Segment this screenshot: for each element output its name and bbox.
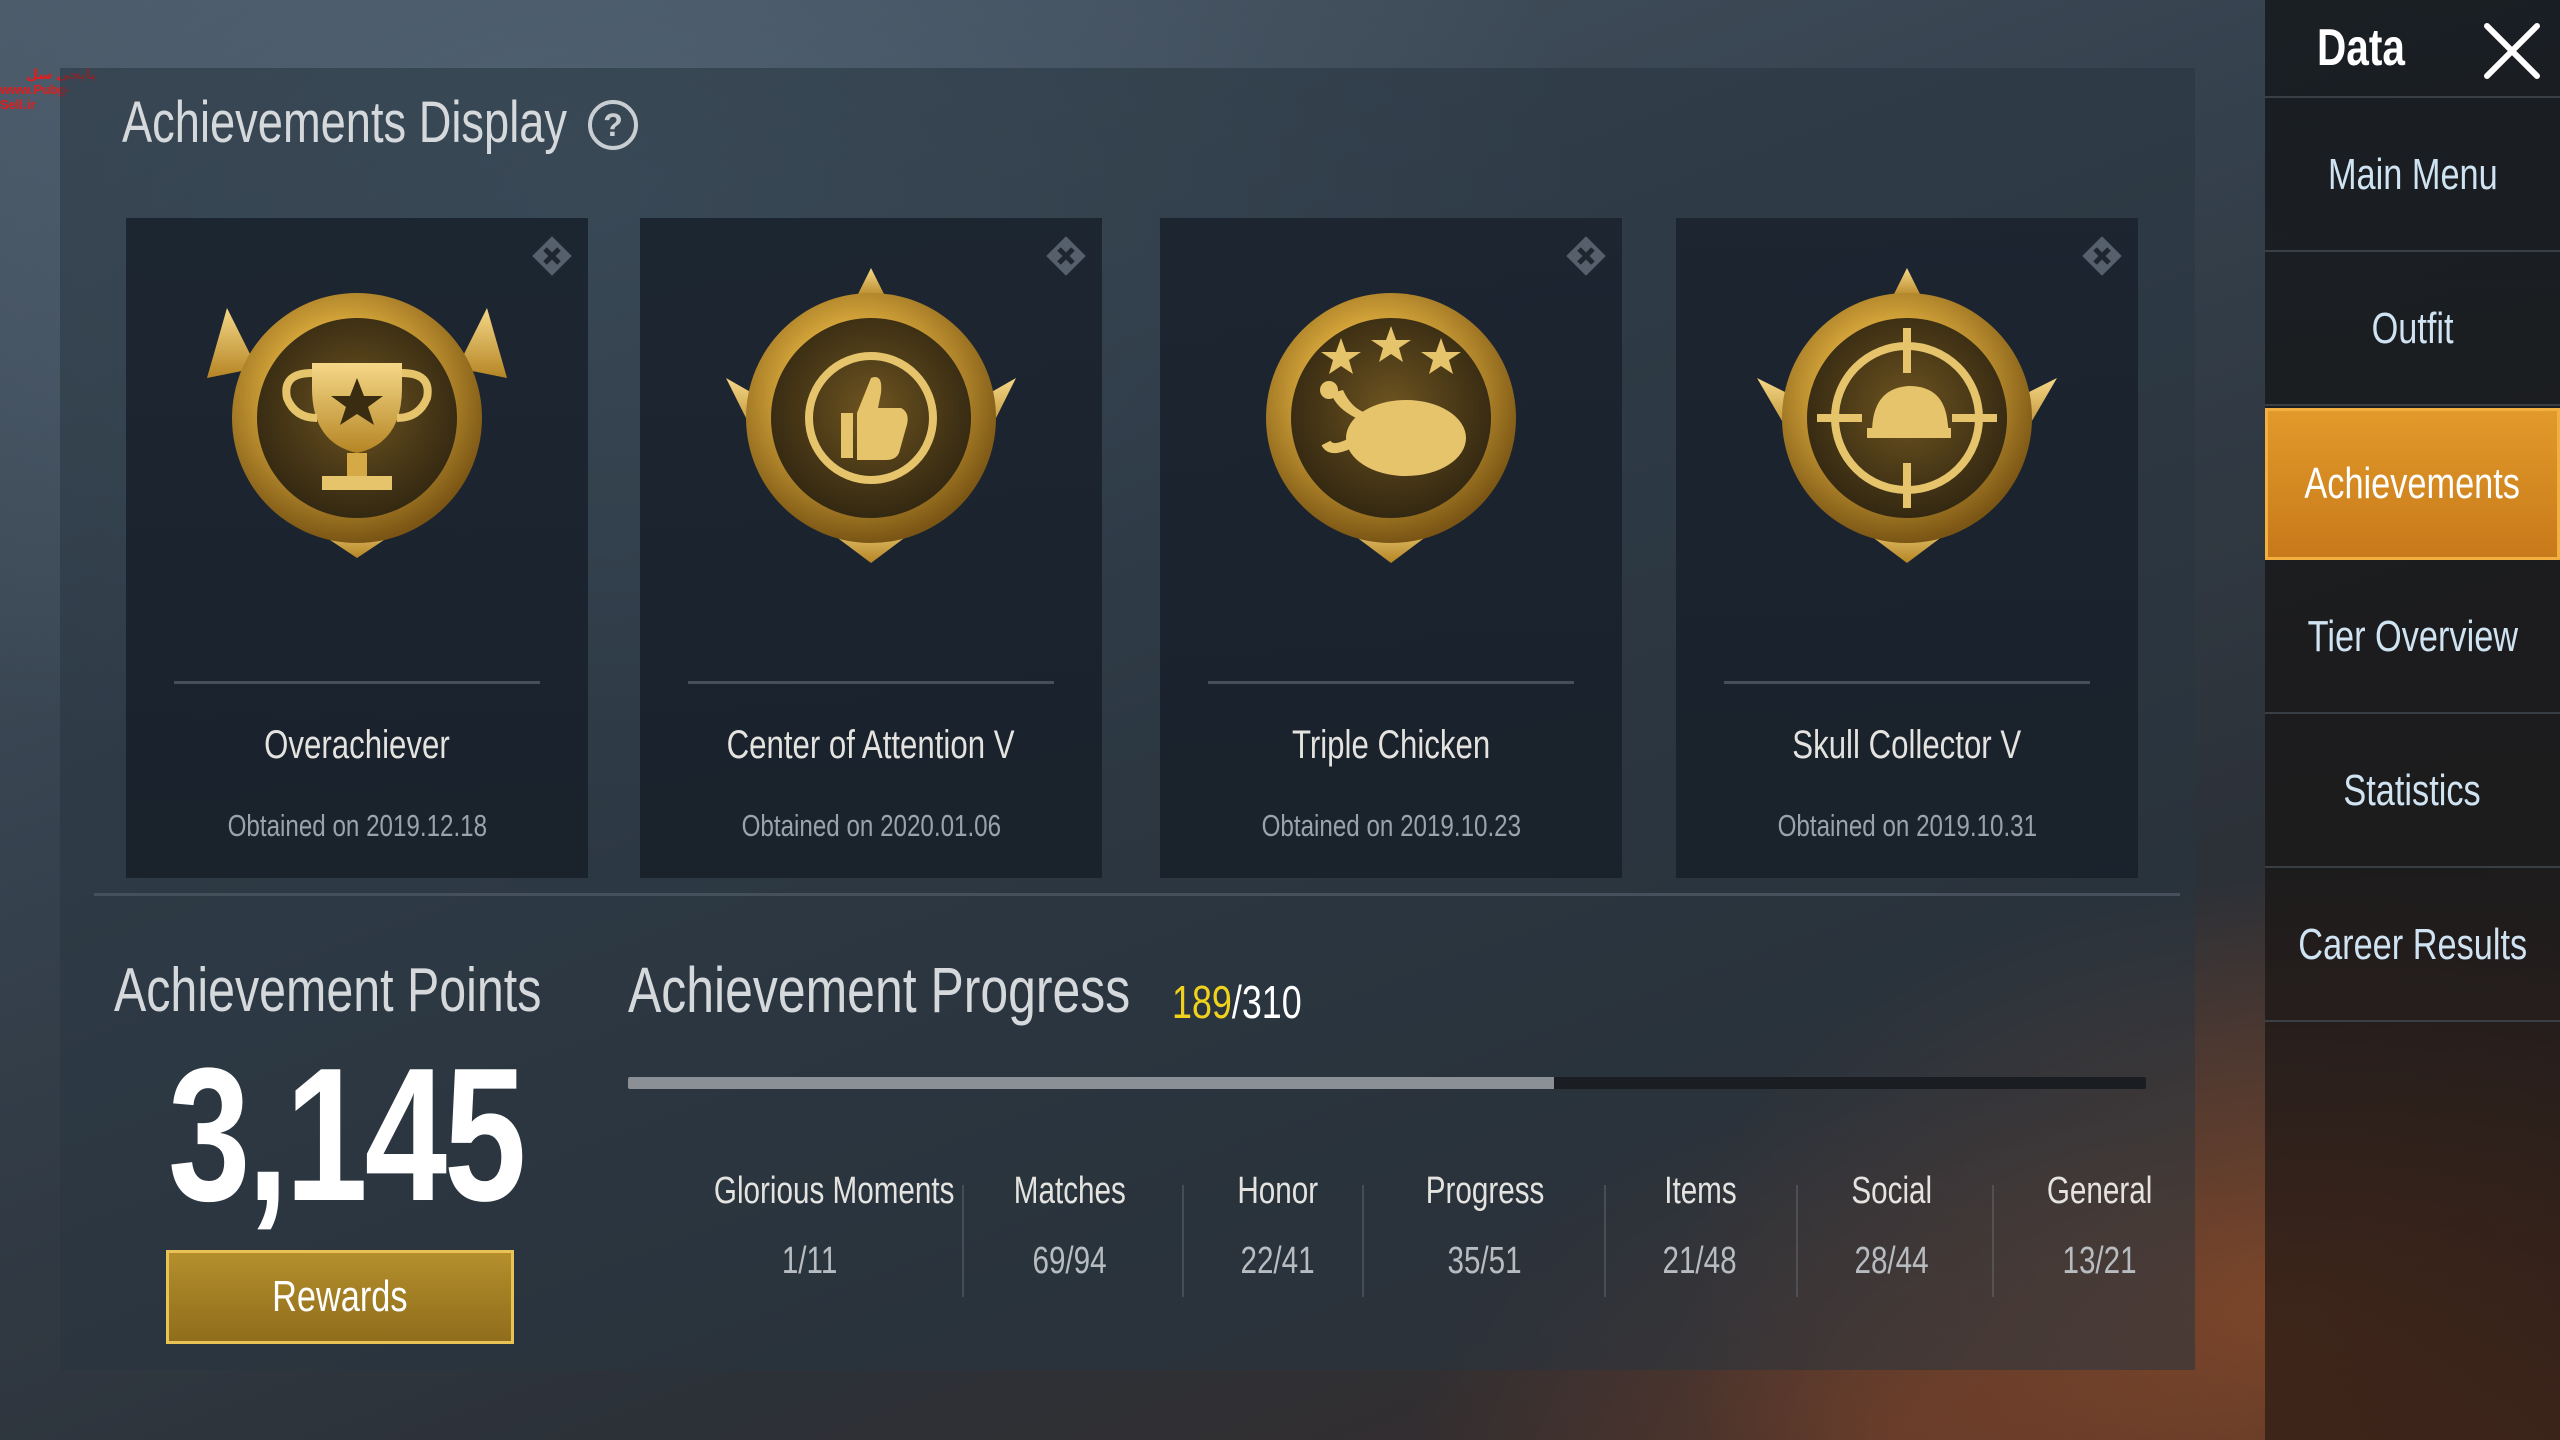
achievement-date: Obtained on 2019.12.18: [227, 808, 487, 843]
remove-icon[interactable]: [1560, 230, 1612, 282]
achievement-date: Obtained on 2019.10.31: [1777, 808, 2037, 843]
category-separator: [1796, 1185, 1798, 1297]
card-divider: [688, 681, 1054, 684]
card-divider: [1208, 681, 1574, 684]
achievement-progress-fill: [628, 1077, 1554, 1089]
achievement-date: Obtained on 2019.10.23: [1261, 808, 1521, 843]
achievement-card[interactable]: Triple Chicken Obtained on 2019.10.23: [1160, 218, 1622, 878]
category-value: 69/94: [1032, 1240, 1108, 1282]
achievement-card[interactable]: Skull Collector V Obtained on 2019.10.31: [1676, 218, 2138, 878]
question-circle-icon[interactable]: ?: [588, 100, 638, 150]
achievement-card[interactable]: Overachiever Obtained on 2019.12.18: [126, 218, 588, 878]
achievement-name: Triple Chicken: [1291, 723, 1491, 767]
sidebar-item-main-menu[interactable]: Main Menu: [2265, 100, 2560, 252]
sidebar-title: Data: [2317, 19, 2405, 77]
crosshair-icon: [1757, 268, 2057, 563]
achievement-name: Skull Collector V: [1792, 723, 2022, 767]
achievement-progress-count: 189/310: [1172, 975, 1338, 1029]
chicken-icon: [1266, 293, 1516, 563]
achievement-name: Center of Attention V: [727, 723, 1015, 767]
category-value: 28/44: [1854, 1240, 1930, 1282]
data-sidebar: Data Main Menu Outfit Achievements Tier …: [2265, 0, 2560, 1440]
category-separator: [1604, 1185, 1606, 1297]
achievement-card[interactable]: Center of Attention V Obtained on 2020.0…: [640, 218, 1102, 878]
category-honor[interactable]: Honor 22/41: [1198, 1170, 1358, 1283]
category-glorious-moments[interactable]: Glorious Moments 1/11: [680, 1170, 954, 1283]
category-matches[interactable]: Matches 69/94: [980, 1170, 1160, 1283]
trophy-icon: [207, 293, 507, 558]
category-general[interactable]: General 13/21: [2010, 1170, 2190, 1283]
category-value: 35/51: [1447, 1240, 1523, 1282]
sidebar-item-achievements[interactable]: Achievements: [2265, 408, 2560, 560]
achievement-name: Overachiever: [264, 723, 450, 767]
remove-icon[interactable]: [1040, 230, 1092, 282]
category-label: Honor: [1237, 1170, 1319, 1212]
sidebar-item-outfit[interactable]: Outfit: [2265, 254, 2560, 406]
category-progress[interactable]: Progress 35/51: [1385, 1170, 1585, 1283]
category-separator: [962, 1185, 964, 1297]
category-label: Social: [1851, 1170, 1933, 1212]
category-label: General: [2047, 1170, 2153, 1212]
category-separator: [1182, 1185, 1184, 1297]
category-label: Progress: [1425, 1170, 1545, 1212]
category-label: Items: [1663, 1170, 1737, 1212]
progress-current: 189: [1172, 976, 1232, 1028]
section-divider: [94, 893, 2180, 896]
category-items[interactable]: Items 21/48: [1620, 1170, 1780, 1283]
card-divider: [174, 681, 540, 684]
achievement-points-value: 3,145: [168, 1029, 526, 1241]
category-separator: [1992, 1185, 1994, 1297]
remove-icon[interactable]: [2076, 230, 2128, 282]
achievement-progress-bar: [628, 1077, 2146, 1089]
category-value: 13/21: [2062, 1240, 2138, 1282]
sidebar-item-career-results[interactable]: Career Results: [2265, 870, 2560, 1022]
progress-total: /310: [1231, 976, 1302, 1028]
close-icon[interactable]: [2481, 20, 2543, 82]
category-label: Matches: [1013, 1170, 1127, 1212]
category-value: 1/11: [782, 1240, 838, 1282]
sidebar-item-tier-overview[interactable]: Tier Overview: [2265, 562, 2560, 714]
remove-icon[interactable]: [526, 230, 578, 282]
category-value: 21/48: [1662, 1240, 1738, 1282]
rewards-button[interactable]: Rewards: [166, 1250, 514, 1344]
achievement-points-title: Achievement Points: [114, 956, 542, 1025]
achievement-date: Obtained on 2020.01.06: [741, 808, 1001, 843]
category-separator: [1362, 1185, 1364, 1297]
thumbs-up-icon: [726, 268, 1016, 563]
sidebar-item-statistics[interactable]: Statistics: [2265, 716, 2560, 868]
card-divider: [1724, 681, 2090, 684]
sidebar-header: Data: [2265, 0, 2560, 98]
category-value: 22/41: [1240, 1240, 1316, 1282]
category-label: Glorious Moments: [713, 1170, 955, 1212]
category-social[interactable]: Social 28/44: [1812, 1170, 1972, 1283]
